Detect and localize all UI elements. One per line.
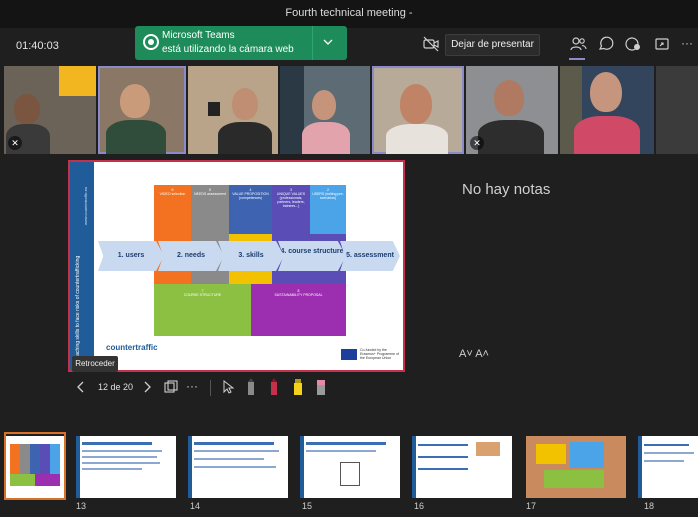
background-wall [280,66,304,154]
participant-tile-7[interactable] [560,66,654,154]
notification-text: está utilizando la cámara web [162,44,294,55]
more-icon[interactable]: ··· [681,36,693,50]
camera-icon [143,34,159,50]
pen-dark-icon[interactable] [245,378,257,396]
participant-face [400,84,432,124]
participant-face [14,94,40,124]
go-back-tooltip[interactable]: Retroceder [72,356,118,372]
share-icon[interactable] [653,36,671,52]
participant-face [232,88,258,120]
thumbnail-number: 17 [526,501,537,511]
step-arrow-1: 1. users [98,241,164,271]
participant-body [478,120,544,154]
thumbnail-number: 15 [302,501,313,511]
slide-side-text: Teaching skills to face risks of counter… [75,187,88,361]
controls-divider [210,380,211,396]
block-video-label: 6 VIDEO selection [159,188,186,196]
prev-icon[interactable] [76,381,86,393]
notes-empty: No hay notas [462,181,551,198]
participant-face [312,90,336,120]
meeting-title: Fourth technical meeting - [285,7,413,19]
camera-off-icon[interactable] [422,36,440,52]
thumbnail-15[interactable] [300,436,400,498]
thumbnail-14[interactable] [188,436,288,498]
block-users-label: 2 USERS (writing pre-scenarios) [312,188,344,200]
slide-url: www.countertraffic.eu [83,187,88,225]
pointer-icon[interactable] [222,380,234,394]
selected-thumbnail-frame [4,432,66,500]
participant-tile-6[interactable]: ✕ [466,66,558,154]
step-arrow-2: 2. needs [158,241,224,271]
participant-tile-4[interactable] [280,66,370,154]
eraser-icon[interactable] [315,378,327,396]
participant-tile-5[interactable] [372,66,464,154]
participant-body [106,120,166,154]
mic-off-icon: ✕ [470,136,484,150]
notification-title: Microsoft Teams [162,30,235,41]
slides-icon[interactable] [164,380,178,394]
block-course-label: 7 COURSE STRUCTURE [183,289,222,297]
slide-logo: countertraffic [106,343,158,352]
highlighter-icon[interactable] [291,378,305,396]
pen-red-icon[interactable] [268,378,280,396]
people-icon[interactable] [569,36,587,52]
thumbnail-16[interactable] [412,436,512,498]
block-needs-label: 5 NEEDS assessment [194,188,226,196]
meeting-toolbar [0,28,698,64]
font-size-controls[interactable]: A˅ A˄ [459,348,489,360]
active-tab-indicator [569,58,585,60]
thumbnail-18[interactable] [638,436,698,498]
page-counter: 12 de 20 [98,382,134,392]
participant-tile-1[interactable]: ✕ [4,66,96,154]
participant-face [590,72,622,112]
participant-body [302,122,350,154]
thumbnail-13[interactable] [76,436,176,498]
participant-tile-8[interactable] [656,66,698,154]
elapsed-time: 01:40:03 [16,40,59,52]
participant-tile-3[interactable] [188,66,278,154]
block-sustainability-label: 8 SUSTAINABILITY PROPOSAL [274,289,323,297]
participant-face [120,84,150,118]
eu-caption: Co-funded by the Erasmus+ Programme of t… [360,348,399,360]
thumbnail-17[interactable] [526,436,626,498]
participant-body [386,124,448,154]
background-sign [59,66,96,96]
slide-side-title: Teaching skills to face risks of counter… [75,256,81,361]
thumbnail-number: 14 [190,501,201,511]
participant-body [574,116,640,154]
step-arrow-5: 5. assessment [340,241,400,271]
notification-divider [312,26,313,60]
participant-body [218,122,272,154]
apps-icon[interactable] [624,36,642,52]
thumbnail-diagram [340,462,360,486]
thumbnail-number: 16 [414,501,425,511]
chat-icon[interactable] [597,36,615,52]
step-arrow-3: 3. skills [218,241,284,271]
mic-off-icon: ✕ [8,136,22,150]
background-frame [208,102,220,116]
stop-presenting-button[interactable]: Dejar de presentar [445,34,540,56]
more-options-icon[interactable]: ··· [186,379,198,393]
participant-face [494,80,524,116]
block-unique-label: 3 UNIQUE VALUES (professionals, partners,… [276,188,306,208]
step-arrow-4: 4. course structure [278,241,346,271]
thumbnail-number: 13 [76,501,87,511]
chevron-down-icon[interactable] [322,36,334,48]
next-icon[interactable] [142,381,152,393]
eu-flag [341,349,357,360]
thumbnail-number: 18 [644,501,655,511]
participant-tile-2[interactable] [98,66,186,154]
block-value-label: 4 VALUE PROPOSITION (competences) [232,188,269,200]
